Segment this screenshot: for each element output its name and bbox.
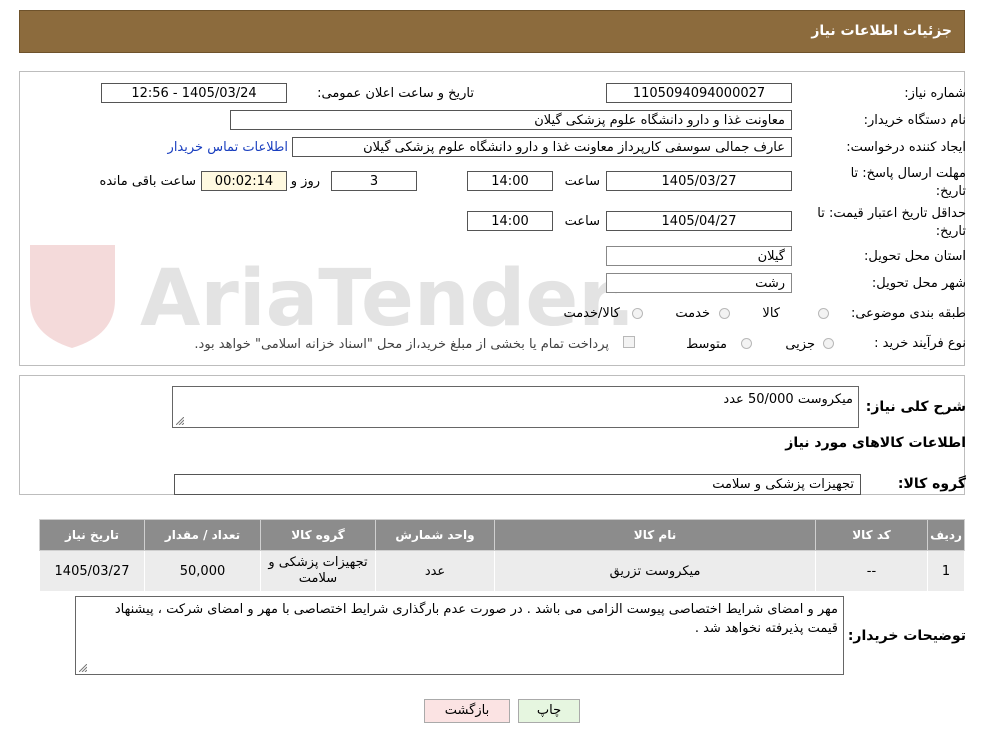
description-label: شرح کلی نیاز: [865,399,966,415]
process-option-medium: متوسط [686,337,727,352]
announce-field: 1405/03/24 - 12:56 [101,83,287,103]
province-field: گیلان [606,246,792,266]
buyer-org-label: نام دستگاه خریدار: [863,113,966,128]
days-field: 3 [331,171,417,191]
goods-section-title: اطلاعات کالاهای مورد نیاز [785,435,966,451]
process-radio-medium[interactable] [741,338,752,349]
city-field: رشت [606,273,792,293]
price-validity-time-field: 14:00 [467,211,553,231]
page-title: جزئیات اطلاعات نیاز [811,23,952,39]
price-validity-label-2: تاریخ: [935,224,966,239]
buyer-org-field: معاونت غذا و دارو دانشگاه علوم پزشکی گیل… [230,110,792,130]
reply-deadline-label-2: تاریخ: [935,184,966,199]
cell-name: میکروست تزریق [494,550,816,592]
category-radio-goods[interactable] [818,308,829,319]
goods-table: ردیف کد کالا نام کالا واحد شمارش گروه کا… [39,519,965,592]
back-button[interactable]: بازگشت [424,699,510,723]
process-label: نوع فرآیند خرید : [874,336,966,351]
resize-grip-icon [176,417,184,425]
table-row: 1 -- میکروست تزریق عدد تجهیزات پزشکی و س… [39,550,965,592]
announce-label: تاریخ و ساعت اعلان عمومی: [317,86,474,101]
province-label: استان محل تحویل: [864,249,966,264]
page-header: جزئیات اطلاعات نیاز [19,10,965,53]
category-radio-service[interactable] [719,308,730,319]
category-option-goods: کالا [762,306,780,321]
need-number-field: 1105094094000027 [606,83,792,103]
reply-date-field: 1405/03/27 [606,171,792,191]
goods-group-field: تجهیزات پزشکی و سلامت [174,474,861,495]
creator-label: ایجاد کننده درخواست: [846,140,966,155]
remaining-time-label: ساعت باقی مانده [99,174,196,189]
remaining-time-field: 00:02:14 [201,171,287,191]
reply-deadline-label: مهلت ارسال پاسخ: تا [850,166,966,181]
column-header: گروه کالا [260,519,376,551]
goods-group-label: گروه کالا: [897,476,966,492]
reply-time-field: 14:00 [467,171,553,191]
buyer-notes-text: مهر و امضای شرایط اختصاصی پیوست الزامی م… [114,602,838,636]
cell-unit: عدد [375,550,495,592]
cell-qty: 50,000 [144,550,261,592]
buyer-notes-label: توضیحات خریدار: [847,628,966,644]
resize-grip-icon [79,664,87,672]
description-text: میکروست 50/000 عدد [723,392,853,407]
cell-date: 1405/03/27 [39,550,145,592]
reply-time-label: ساعت [564,174,600,189]
payment-note: پرداخت تمام یا بخشی از مبلغ خرید،از محل … [194,337,609,352]
days-label: روز و [290,174,320,189]
cell-code: -- [815,550,928,592]
need-number-label: شماره نیاز: [904,86,966,101]
price-validity-time-label: ساعت [564,214,600,229]
city-label: شهر محل تحویل: [871,276,966,291]
column-header: واحد شمارش [375,519,495,551]
category-radio-goods-service[interactable] [632,308,643,319]
cell-row: 1 [927,550,965,592]
column-header: تاریخ نیاز [39,519,145,551]
print-button[interactable]: چاپ [518,699,580,723]
table-header-row: ردیف کد کالا نام کالا واحد شمارش گروه کا… [39,519,965,551]
treasury-payment-checkbox[interactable] [623,336,635,348]
column-header: تعداد / مقدار [144,519,261,551]
column-header: کد کالا [815,519,928,551]
process-option-minor: جزیی [785,337,815,352]
price-validity-label: حداقل تاریخ اعتبار قیمت: تا [817,206,966,221]
category-option-goods-service: کالا/خدمت [563,306,620,321]
cell-group: تجهیزات پزشکی و سلامت [260,550,376,592]
column-header: نام کالا [494,519,816,551]
price-validity-date-field: 1405/04/27 [606,211,792,231]
column-header: ردیف [927,519,965,551]
category-label: طبقه بندی موضوعی: [850,306,966,321]
contact-buyer-link[interactable]: اطلاعات تماس خریدار [168,140,288,155]
description-textarea: میکروست 50/000 عدد [172,386,859,428]
category-option-service: خدمت [675,306,710,321]
process-radio-minor[interactable] [823,338,834,349]
buyer-notes-textarea: مهر و امضای شرایط اختصاصی پیوست الزامی م… [75,596,844,675]
creator-field: عارف جمالی سوسفی کارپرداز معاونت غذا و د… [292,137,792,157]
